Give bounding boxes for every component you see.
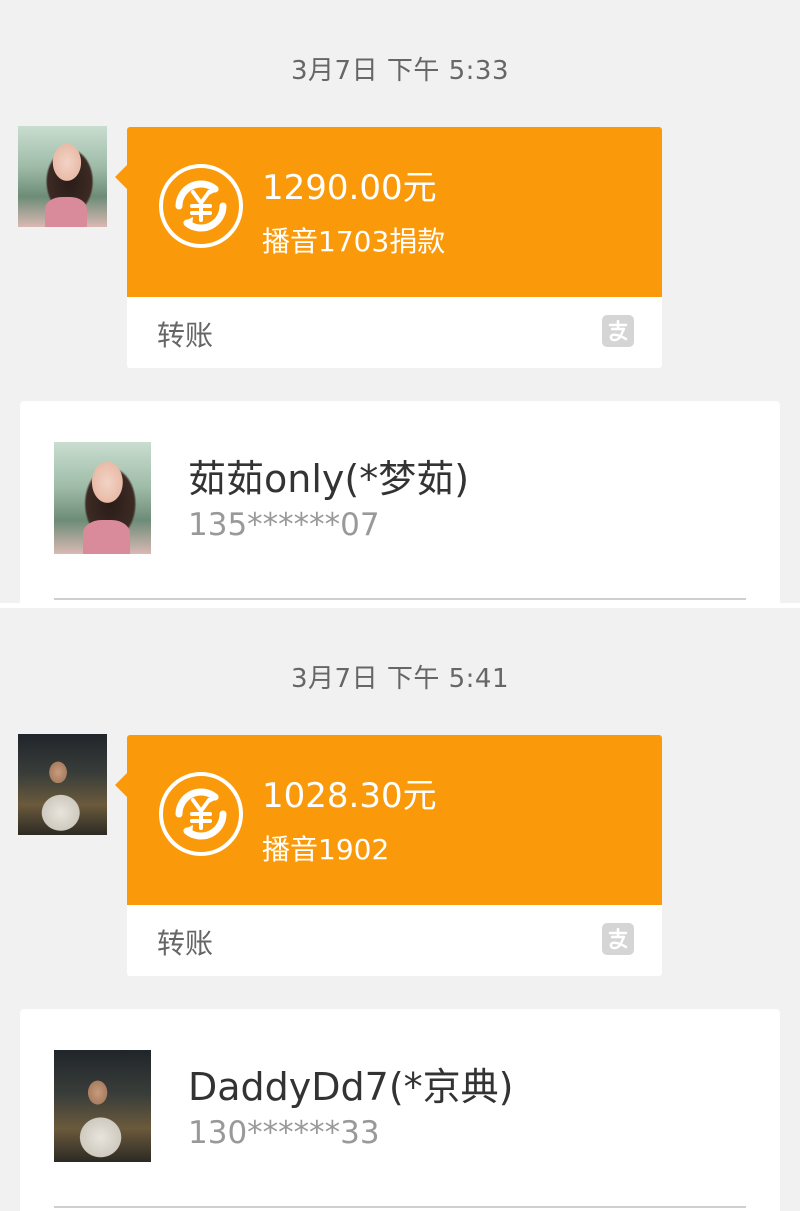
transfer-card-header[interactable]: 1290.00元 播音1703捐款 <box>115 127 662 297</box>
transfer-type-label: 转账 <box>157 927 214 960</box>
contact-phone: 130******33 <box>188 1115 380 1151</box>
transfer-amount: 1028.30元 <box>262 776 437 816</box>
divider <box>54 598 746 600</box>
alipay-icon <box>602 923 634 955</box>
transfer-memo: 播音1902 <box>262 833 390 866</box>
alipay-icon <box>602 315 634 347</box>
transfer-message-bubble[interactable]: 1290.00元 播音1703捐款 转账 <box>115 127 662 368</box>
chat-screenshot-2: 3月7日 下午 5:41 1028.30元 播音1902 转账 DaddyDd7… <box>0 608 800 1211</box>
transfer-card-footer[interactable]: 转账 <box>127 297 662 368</box>
contact-avatar <box>54 442 151 554</box>
divider <box>54 1206 746 1208</box>
message-timestamp: 3月7日 下午 5:33 <box>291 56 509 86</box>
transfer-type-label: 转账 <box>157 319 214 352</box>
transfer-card-footer[interactable]: 转账 <box>127 905 662 976</box>
sender-avatar[interactable] <box>18 734 107 835</box>
yuan-transfer-icon <box>159 164 243 248</box>
contact-name: 茹茹only(*梦茹) <box>188 457 470 501</box>
transfer-message-bubble[interactable]: 1028.30元 播音1902 转账 <box>115 735 662 976</box>
yuan-transfer-icon <box>159 772 243 856</box>
contact-avatar <box>54 1050 151 1162</box>
chat-screenshot-1: 3月7日 下午 5:33 1290.00元 播音1703捐款 转账 茹茹only… <box>0 0 800 603</box>
transfer-card-header[interactable]: 1028.30元 播音1902 <box>115 735 662 905</box>
transfer-amount: 1290.00元 <box>262 168 437 208</box>
message-timestamp: 3月7日 下午 5:41 <box>291 664 509 694</box>
contact-name: DaddyDd7(*京典) <box>188 1065 514 1109</box>
contact-phone: 135******07 <box>188 507 380 543</box>
sender-avatar[interactable] <box>18 126 107 227</box>
transfer-memo: 播音1703捐款 <box>262 225 446 258</box>
